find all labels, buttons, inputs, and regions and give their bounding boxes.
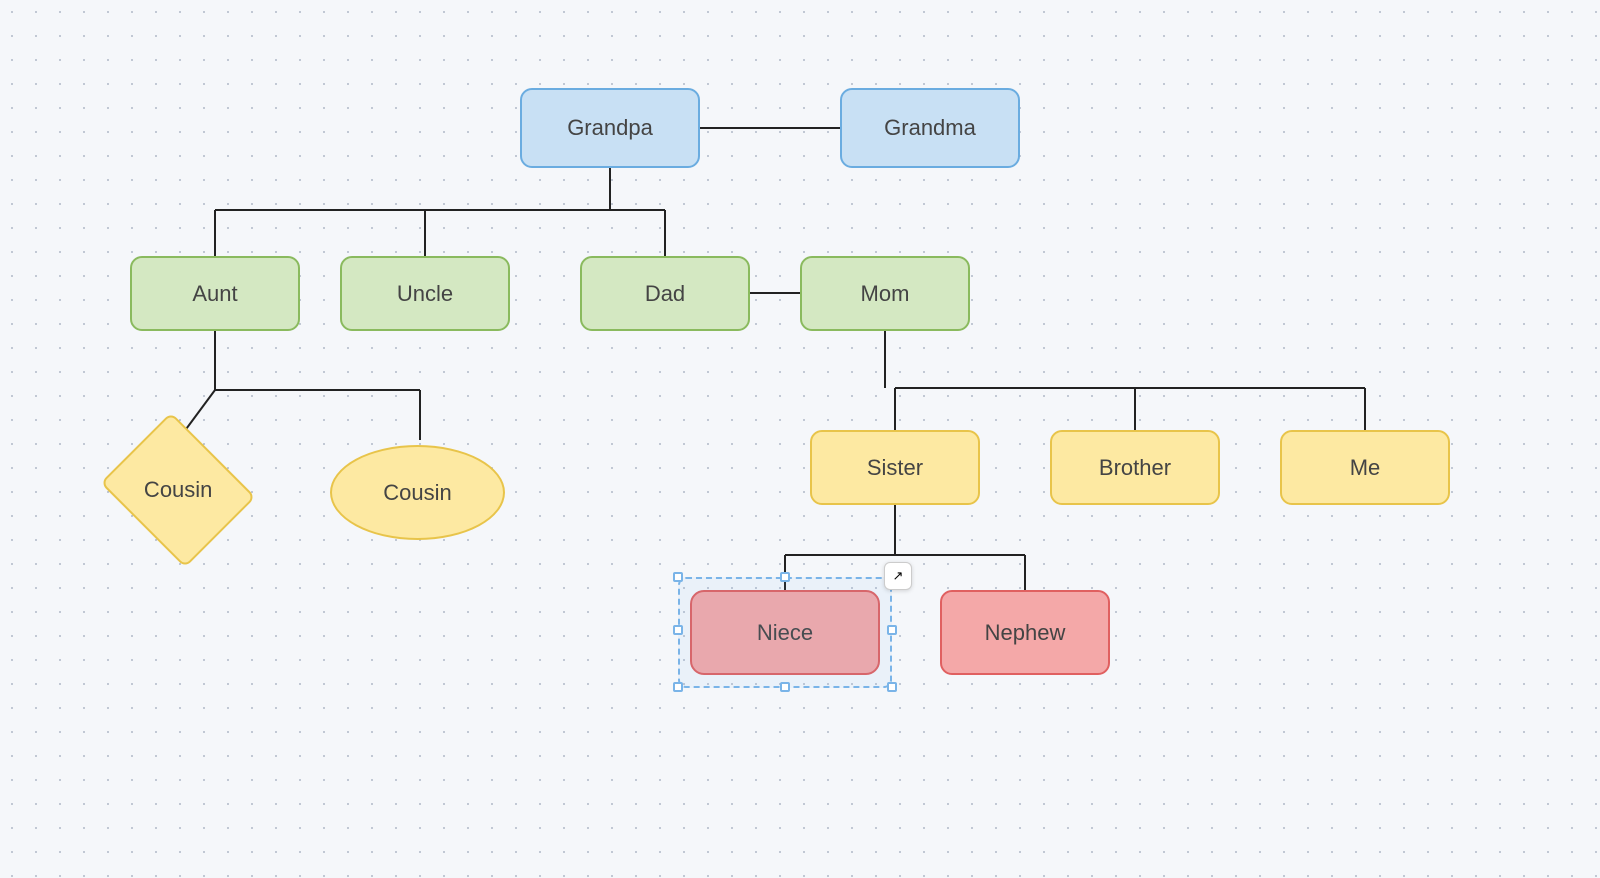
brother-label: Brother [1099,455,1171,481]
cousin1-label: Cousin [144,477,212,503]
sister-node[interactable]: Sister [810,430,980,505]
cousin2-node[interactable]: Cousin [330,445,505,540]
diagram-canvas[interactable]: Grandpa Grandma Aunt Uncle Dad Mom Cousi… [0,0,1600,878]
handle-bm[interactable] [780,682,790,692]
grandma-node[interactable]: Grandma [840,88,1020,168]
uncle-node[interactable]: Uncle [340,256,510,331]
cousin2-label: Cousin [383,480,451,506]
aunt-node[interactable]: Aunt [130,256,300,331]
handle-ml[interactable] [673,625,683,635]
brother-node[interactable]: Brother [1050,430,1220,505]
handle-mr[interactable] [887,625,897,635]
niece-node[interactable]: Niece [690,590,880,675]
handle-bl[interactable] [673,682,683,692]
dad-node[interactable]: Dad [580,256,750,331]
sister-label: Sister [867,455,923,481]
me-label: Me [1350,455,1381,481]
uncle-label: Uncle [397,281,453,307]
aunt-label: Aunt [192,281,237,307]
mom-node[interactable]: Mom [800,256,970,331]
grandma-label: Grandma [884,115,976,141]
share-icon: ↗ [893,568,904,584]
dad-label: Dad [645,281,685,307]
me-node[interactable]: Me [1280,430,1450,505]
handle-br[interactable] [887,682,897,692]
cousin1-node[interactable]: Cousin [100,412,256,568]
handle-tl[interactable] [673,572,683,582]
handle-tm[interactable] [780,572,790,582]
context-action-icon[interactable]: ↗ [884,562,912,590]
nephew-node[interactable]: Nephew [940,590,1110,675]
grandpa-node[interactable]: Grandpa [520,88,700,168]
nephew-label: Nephew [985,620,1066,646]
mom-label: Mom [861,281,910,307]
niece-label: Niece [757,620,813,646]
grandpa-label: Grandpa [567,115,653,141]
